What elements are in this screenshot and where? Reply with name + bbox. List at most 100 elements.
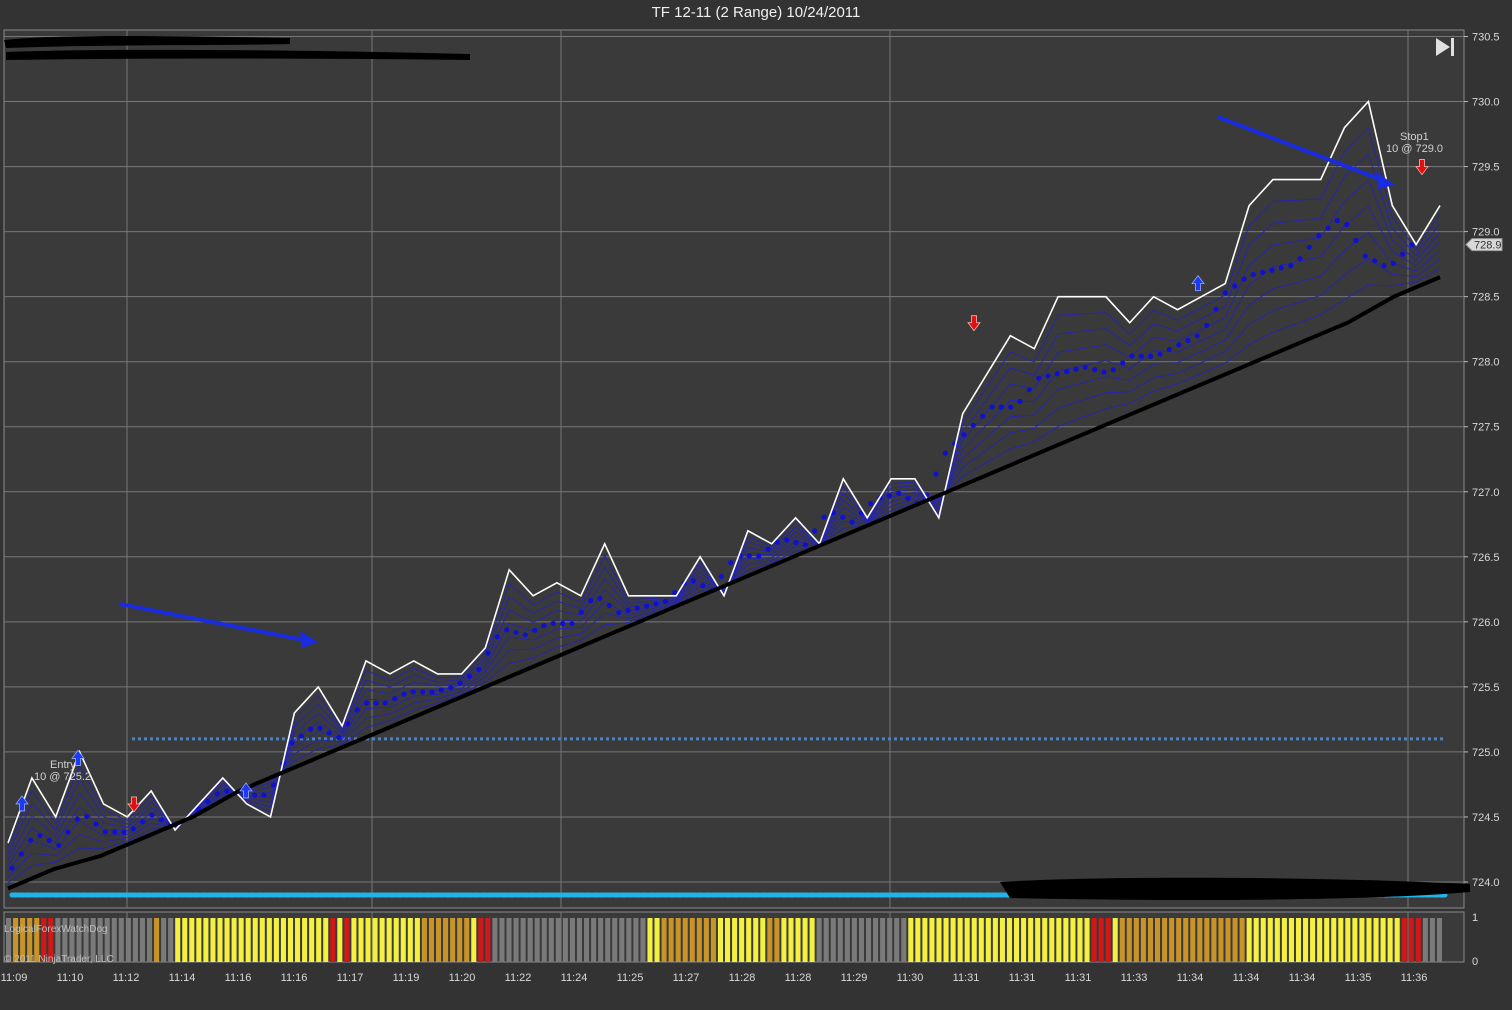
stop-dot [1381,263,1387,269]
indicator-bar [1063,918,1069,962]
indicator-bar [1049,918,1055,962]
indicator-bar [1183,918,1189,962]
stop-dot [308,726,314,732]
x-tick-label: 11:17 [337,972,364,984]
stop-dot [1334,217,1340,224]
indicator-bar [640,918,646,962]
indicator-bar [1338,918,1344,962]
indicator-bar [231,918,237,962]
indicator-bar [541,918,547,962]
indicator-bar [555,918,561,962]
stop-dot [317,725,323,731]
y-tick-label: 730.5 [1472,32,1500,44]
indicator-y-tick: 1 [1472,912,1478,924]
stop-dot [438,687,444,693]
indicator-bar [499,918,505,962]
indicator-bar [908,918,914,962]
indicator-bar [1006,918,1013,962]
indicator-bar [154,918,160,962]
stop-dot [560,621,566,627]
indicator-bar [118,918,124,962]
x-tick-label: 11:35 [1345,972,1372,984]
indicator-bar [1281,918,1287,962]
stop-dot [130,826,136,832]
indicator-bar [238,918,244,962]
x-tick-label: 11:22 [505,972,532,984]
x-tick-label: 11:27 [673,972,700,984]
stop-dot [606,602,612,609]
indicator-bar [1246,918,1252,962]
indicator-bar [189,918,195,962]
indicator-bar [1394,918,1400,962]
indicator-bar [696,918,702,962]
indicator-bar [767,918,773,962]
indicator-bar [1310,918,1316,962]
stop-dot [93,821,99,827]
indicator-bar [880,918,886,962]
stop-dot [1185,337,1191,343]
stop-dot [392,696,398,702]
indicator-bar [851,918,857,962]
stop-dot [504,627,510,633]
indicator-bar [1211,918,1217,962]
x-tick-label: 11:31 [953,972,980,984]
indicator-bar [985,918,991,962]
indicator-bar [1408,918,1414,962]
indicator-bar [534,918,540,962]
stop-dot [718,573,724,580]
stop-dot [597,595,603,601]
price-chart[interactable]: 730.5 730.0 729.5 729.0 728.5 728.0 727.5 727.0… [0,0,1512,1010]
indicator-bar [428,918,434,962]
indicator-bar [203,918,209,962]
indicator-bar [1288,918,1294,962]
indicator-bar [865,918,872,962]
stop-dot [756,553,762,559]
indicator-bar [1147,918,1153,962]
stop-dot [1269,267,1275,273]
stop-dot [457,680,463,686]
stop-dot [345,721,351,727]
stop-dot [1120,360,1126,366]
stop-dot [513,629,519,635]
indicator-bar [584,918,590,962]
indicator-bar [1239,918,1245,962]
stop-dot [569,621,575,627]
indicator-bar [435,918,442,962]
y-tick-label: 726.0 [1472,617,1500,629]
indicator-bar [175,918,181,962]
indicator-bar [591,918,597,962]
indicator-bar [1105,918,1111,962]
indicator-bar [182,918,188,962]
y-tick-label: 730.0 [1472,97,1500,109]
skip-bar-icon [1451,38,1454,56]
indicator-bar [682,918,688,962]
stop-dot [812,528,818,534]
stop-dot [37,833,43,839]
stop-dot [793,539,799,546]
indicator-bar [753,918,759,962]
stop-value: 10 @ 729.0 [1386,143,1443,155]
stop-dot [886,493,892,499]
stop-dot [494,634,500,640]
indicator-bar [1352,918,1358,962]
indicator-bar [464,918,470,962]
stop-dot [578,609,584,615]
stop-dot [448,685,454,691]
x-tick-label: 11:28 [785,972,812,984]
indicator-bar [344,918,350,962]
stop-dot [1138,353,1144,359]
stop-dot [1166,346,1172,353]
indicator-bar [1119,918,1125,962]
indicator-bar [450,918,456,962]
stop-dot [961,432,967,438]
indicator-bar [971,918,977,962]
indicator-bar [492,918,498,962]
indicator-bar [1345,918,1351,962]
indicator-bar [1035,918,1041,962]
stop-dot [1232,283,1238,289]
stop-dot [989,404,995,410]
indicator-bar [1317,918,1323,962]
stop-dot [121,829,127,835]
indicator-bar [443,918,449,962]
indicator-bar [506,918,512,962]
